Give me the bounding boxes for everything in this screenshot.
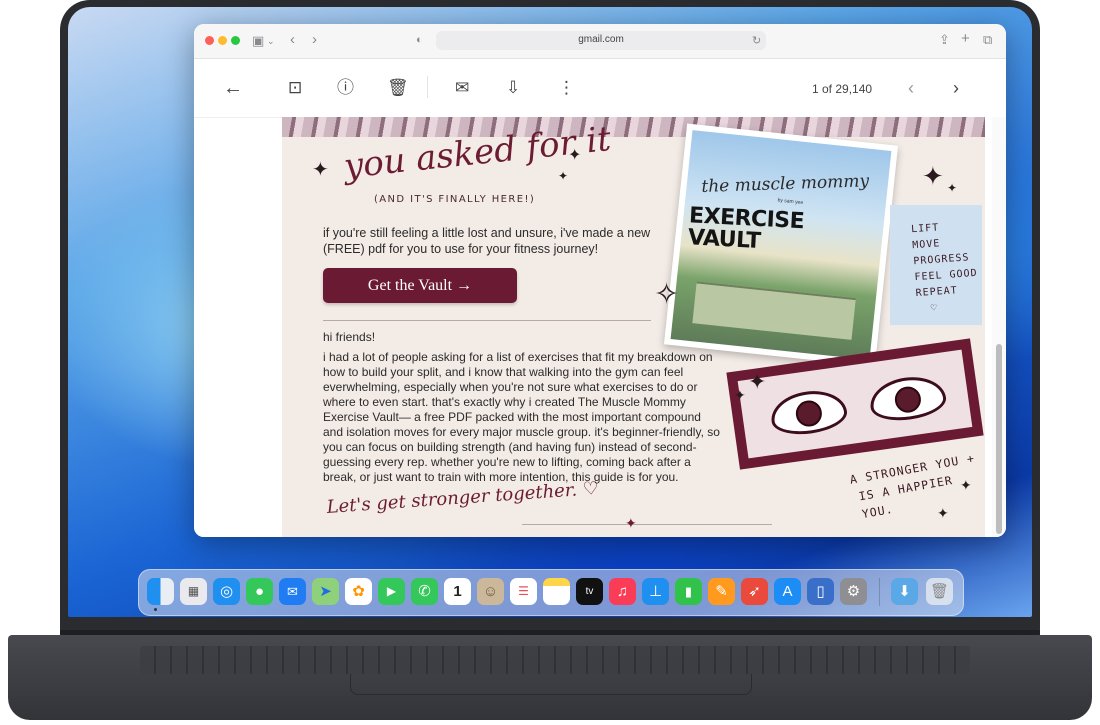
trackpad: [350, 674, 752, 695]
phone-icon[interactable]: ✆: [411, 578, 438, 605]
close-window-button[interactable]: [205, 36, 214, 45]
mail-left-gutter: [194, 117, 282, 537]
music-icon[interactable]: ♫: [609, 578, 636, 605]
sparkle-icon: ✦: [734, 387, 746, 403]
iphone-mirroring-icon[interactable]: ▯: [807, 578, 834, 605]
sidebar-toggle-icon[interactable]: ▣: [252, 34, 264, 48]
more-options-icon[interactable]: ⋮: [558, 79, 575, 97]
address-text: gmail.com: [578, 34, 624, 45]
downloads-folder-icon[interactable]: ⬇: [891, 578, 918, 605]
contacts-icon[interactable]: ☺: [477, 578, 504, 605]
sparkle-icon: ✦: [947, 181, 958, 195]
safari-icon[interactable]: ◎: [213, 578, 240, 605]
calendar-icon[interactable]: 1: [444, 578, 471, 605]
older-email-icon[interactable]: ›: [953, 79, 959, 97]
email-newsletter: ✦ you asked for it ✦ ✦ (AND IT'S FINALLY…: [282, 117, 985, 537]
anime-eyes-illustration: [726, 338, 984, 470]
notes-icon[interactable]: [543, 578, 570, 605]
launchpad-icon[interactable]: ▦: [180, 578, 207, 605]
divider-line: [522, 524, 772, 525]
sparkle-icon: ✦: [937, 505, 949, 521]
tab-overview-icon[interactable]: ⧉: [983, 33, 992, 47]
new-tab-icon[interactable]: +: [961, 31, 970, 46]
back-arrow-icon[interactable]: ←: [223, 78, 243, 98]
reload-icon[interactable]: ↻: [752, 34, 761, 48]
address-bar[interactable]: gmail.com: [436, 31, 766, 50]
cover-illustration: the muscle mommy by sam yee EXERCISE VAU…: [670, 130, 892, 360]
running-indicator: [154, 608, 157, 611]
reminders-icon[interactable]: ☰: [510, 578, 537, 605]
toolbar-divider: [427, 76, 428, 98]
system-settings-icon[interactable]: ⚙: [840, 578, 867, 605]
pages-icon[interactable]: ✎: [708, 578, 735, 605]
sparkle-icon: ✦: [558, 169, 569, 183]
app-store-icon[interactable]: A: [774, 578, 801, 605]
dock-separator: [879, 578, 880, 606]
sparkle-icon: ✦: [748, 369, 767, 394]
maps-icon[interactable]: ➤: [312, 578, 339, 605]
cover-script-title: the muscle mommy: [701, 171, 870, 198]
motivation-words: LIFT MOVE PROGRESS FEEL GOOD REPEAT ♡: [911, 218, 981, 318]
get-the-vault-button[interactable]: Get the Vault →: [323, 268, 517, 303]
email-greeting: hi friends!: [323, 330, 376, 344]
keyboard: [140, 646, 970, 674]
tv-icon[interactable]: tv: [576, 578, 603, 605]
email-body-text: i had a lot of people asking for a list …: [323, 350, 720, 484]
keynote-icon[interactable]: ⊥: [642, 578, 669, 605]
share-icon[interactable]: ⇪: [939, 33, 950, 47]
forward-nav-icon[interactable]: ›: [312, 32, 317, 47]
left-eye: [768, 386, 850, 439]
sparkle-icon: ✧: [654, 278, 680, 311]
dock: ▦ ◎ ● ✉ ➤ ✿ ▶ ✆ 1 ☺ ☰ tv ♫ ⊥ ▮ ✎ ➶ A ▯ ⚙…: [138, 569, 964, 616]
sparkle-icon: ✦: [960, 477, 972, 493]
right-eye: [867, 372, 949, 425]
sparkle-icon: ✦: [625, 515, 637, 531]
zoom-window-button[interactable]: [231, 36, 240, 45]
photos-icon[interactable]: ✿: [345, 578, 372, 605]
browser-window: ▣ ⌄ ‹ › ◐ gmail.com ↻ ⇪ + ⧉ ← ⊡ ⓘ 🗑 ✉ ⇩ …: [194, 24, 1006, 537]
messages-icon[interactable]: ●: [246, 578, 273, 605]
chevron-down-icon[interactable]: ⌄: [267, 34, 275, 48]
train-illustration: [692, 281, 856, 340]
finder-icon[interactable]: [147, 578, 174, 605]
rocket-icon[interactable]: ➶: [741, 578, 768, 605]
right-iris: [893, 384, 923, 415]
email-intro: if you're still feeling a little lost an…: [323, 226, 651, 256]
gmail-toolbar: ← ⊡ ⓘ 🗑 ✉ ⇩ ⋮ 1 of 29,140 ‹ ›: [194, 59, 1006, 118]
privacy-shield-icon[interactable]: ◐: [416, 33, 423, 47]
exercise-vault-cover[interactable]: the muscle mommy by sam yee EXERCISE VAU…: [663, 123, 899, 367]
cover-title: EXERCISE VAULT: [687, 203, 805, 254]
trash-icon[interactable]: 🗑: [926, 578, 953, 605]
minimize-window-button[interactable]: [218, 36, 227, 45]
divider-line: [323, 320, 651, 321]
delete-icon[interactable]: 🗑: [387, 79, 409, 97]
mail-icon[interactable]: ✉: [279, 578, 306, 605]
scrollbar-thumb[interactable]: [996, 344, 1002, 534]
newer-email-icon[interactable]: ‹: [908, 79, 914, 97]
mark-unread-icon[interactable]: ✉: [455, 79, 469, 97]
numbers-icon[interactable]: ▮: [675, 578, 702, 605]
left-iris: [794, 398, 824, 429]
report-spam-icon[interactable]: ⓘ: [337, 79, 354, 97]
sparkle-icon: ✦: [312, 159, 329, 181]
cover-byline: by sam yee: [777, 197, 804, 207]
pagination-count: 1 of 29,140: [812, 82, 873, 96]
sparkle-icon: ✦: [568, 147, 582, 164]
sparkle-icon: ✦: [922, 161, 944, 191]
move-to-icon[interactable]: ⇩: [506, 79, 520, 97]
browser-titlebar: ▣ ⌄ ‹ › ◐ gmail.com ↻ ⇪ + ⧉: [194, 24, 1006, 59]
back-nav-icon[interactable]: ‹: [290, 32, 295, 47]
facetime-icon[interactable]: ▶: [378, 578, 405, 605]
archive-icon[interactable]: ⊡: [288, 79, 302, 97]
eyes-panel: [737, 349, 973, 459]
email-subheadline: (AND IT'S FINALLY HERE!): [374, 194, 536, 205]
header-image-strip: [282, 117, 985, 137]
